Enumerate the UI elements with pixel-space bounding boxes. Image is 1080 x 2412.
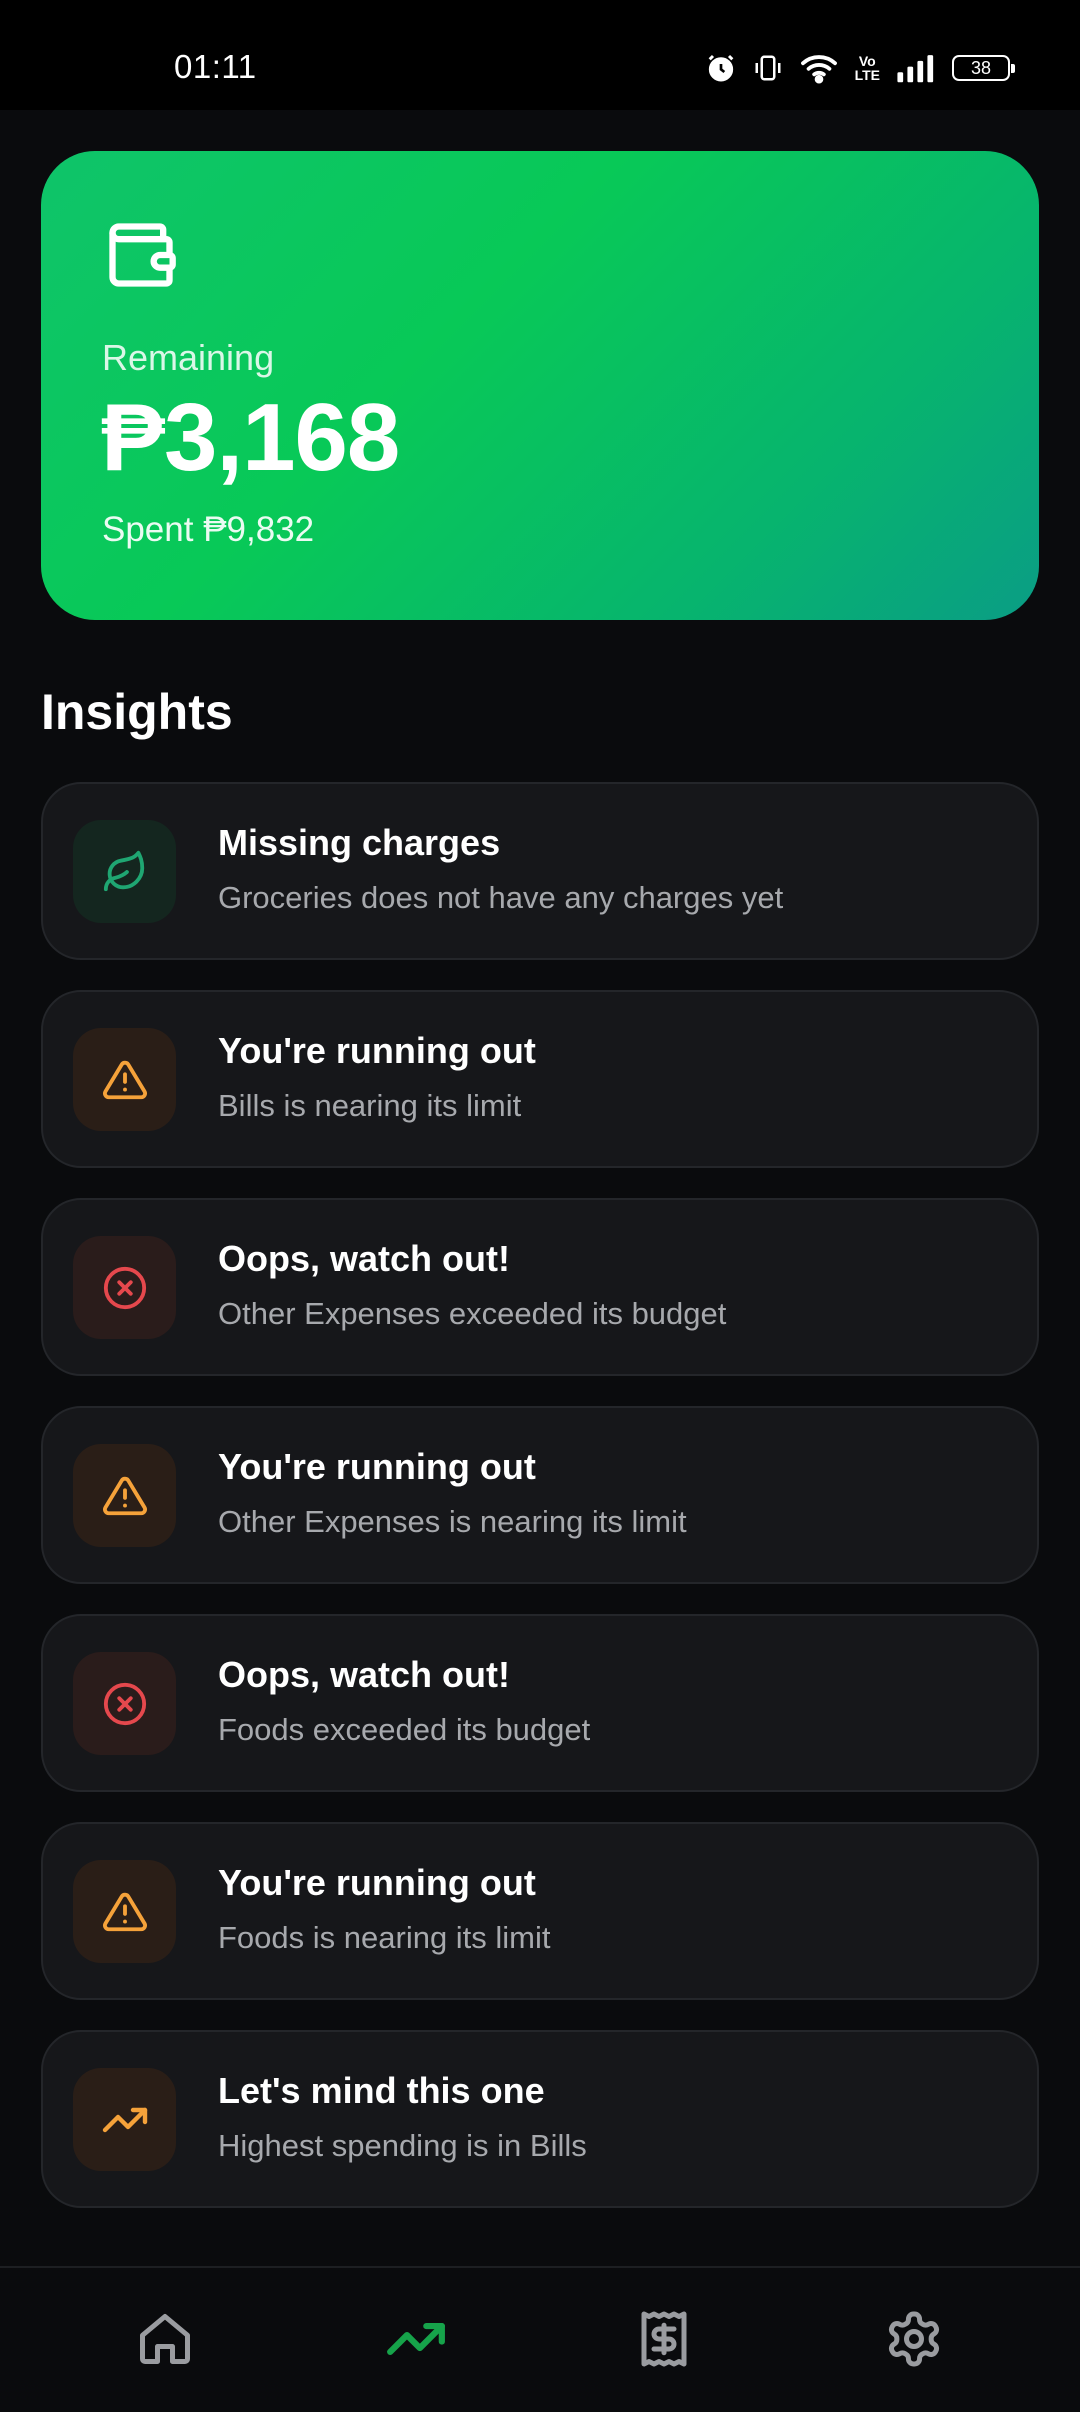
insight-description: Groceries does not have any charges yet: [218, 880, 784, 915]
insight-title: You're running out: [218, 1030, 536, 1071]
leaf-icon: [73, 820, 176, 923]
status-time: 01:11: [174, 48, 257, 85]
battery-icon: 38: [952, 55, 1015, 81]
insight-title: Missing charges: [218, 822, 501, 863]
nav-settings-button[interactable]: [881, 2308, 947, 2374]
insight-description: Highest spending is in Bills: [218, 2128, 587, 2163]
insight-card[interactable]: Oops, watch out! Foods exceeded its budg…: [41, 1614, 1039, 1792]
error-circle-icon: [73, 1652, 176, 1755]
insights-list: Missing charges Groceries does not have …: [41, 782, 1039, 2238]
receipt-icon: [634, 2309, 694, 2374]
signal-icon: [896, 53, 936, 83]
insight-card[interactable]: You're running out Foods is nearing its …: [41, 1822, 1039, 2000]
alarm-icon: [705, 51, 737, 85]
wifi-icon: [799, 52, 839, 84]
settings-icon: [884, 2309, 944, 2374]
insight-title: You're running out: [218, 1446, 536, 1487]
insight-description: Bills is nearing its limit: [218, 1088, 522, 1123]
insight-card[interactable]: You're running out Other Expenses is nea…: [41, 1406, 1039, 1584]
bottom-navigation: [0, 2266, 1080, 2412]
trending-up-icon: [385, 2308, 447, 2375]
insight-card[interactable]: Oops, watch out! Other Expenses exceeded…: [41, 1198, 1039, 1376]
budget-summary-card[interactable]: Remaining ₱3,168 Spent ₱9,832: [41, 151, 1039, 620]
home-icon: [135, 2309, 195, 2374]
vibrate-icon: [753, 53, 783, 83]
warning-icon: [73, 1028, 176, 1131]
insight-card[interactable]: You're running out Bills is nearing its …: [41, 990, 1039, 1168]
insight-title: Let's mind this one: [218, 2070, 545, 2111]
insight-description: Foods is nearing its limit: [218, 1920, 551, 1955]
insight-description: Other Expenses is nearing its limit: [218, 1504, 687, 1539]
status-bar: 01:11 Vo LTE 38: [0, 0, 1080, 110]
nav-insights-button[interactable]: [383, 2308, 449, 2374]
volte-top-label: Vo: [858, 53, 876, 69]
error-circle-icon: [73, 1236, 176, 1339]
warning-icon: [73, 1860, 176, 1963]
warning-icon: [73, 1444, 176, 1547]
insight-title: You're running out: [218, 1862, 536, 1903]
remaining-amount: ₱3,168: [101, 384, 400, 491]
volte-icon: Vo LTE: [855, 54, 880, 82]
trending-up-icon: [73, 2068, 176, 2171]
insight-title: Oops, watch out!: [218, 1238, 510, 1279]
remaining-label: Remaining: [102, 337, 275, 378]
spent-amount: Spent ₱9,832: [102, 510, 315, 549]
insights-heading: Insights: [41, 684, 233, 740]
insight-description: Foods exceeded its budget: [218, 1712, 591, 1747]
nav-home-button[interactable]: [132, 2308, 198, 2374]
volte-bottom-label: LTE: [854, 67, 880, 83]
battery-level: 38: [970, 57, 992, 78]
insight-title: Oops, watch out!: [218, 1654, 510, 1695]
insight-card[interactable]: Missing charges Groceries does not have …: [41, 782, 1039, 960]
wallet-icon: [103, 217, 179, 298]
insight-card[interactable]: Let's mind this one Highest spending is …: [41, 2030, 1039, 2208]
insight-description: Other Expenses exceeded its budget: [218, 1296, 727, 1331]
nav-transactions-button[interactable]: [631, 2308, 697, 2374]
status-icons: Vo LTE 38: [705, 50, 1015, 86]
